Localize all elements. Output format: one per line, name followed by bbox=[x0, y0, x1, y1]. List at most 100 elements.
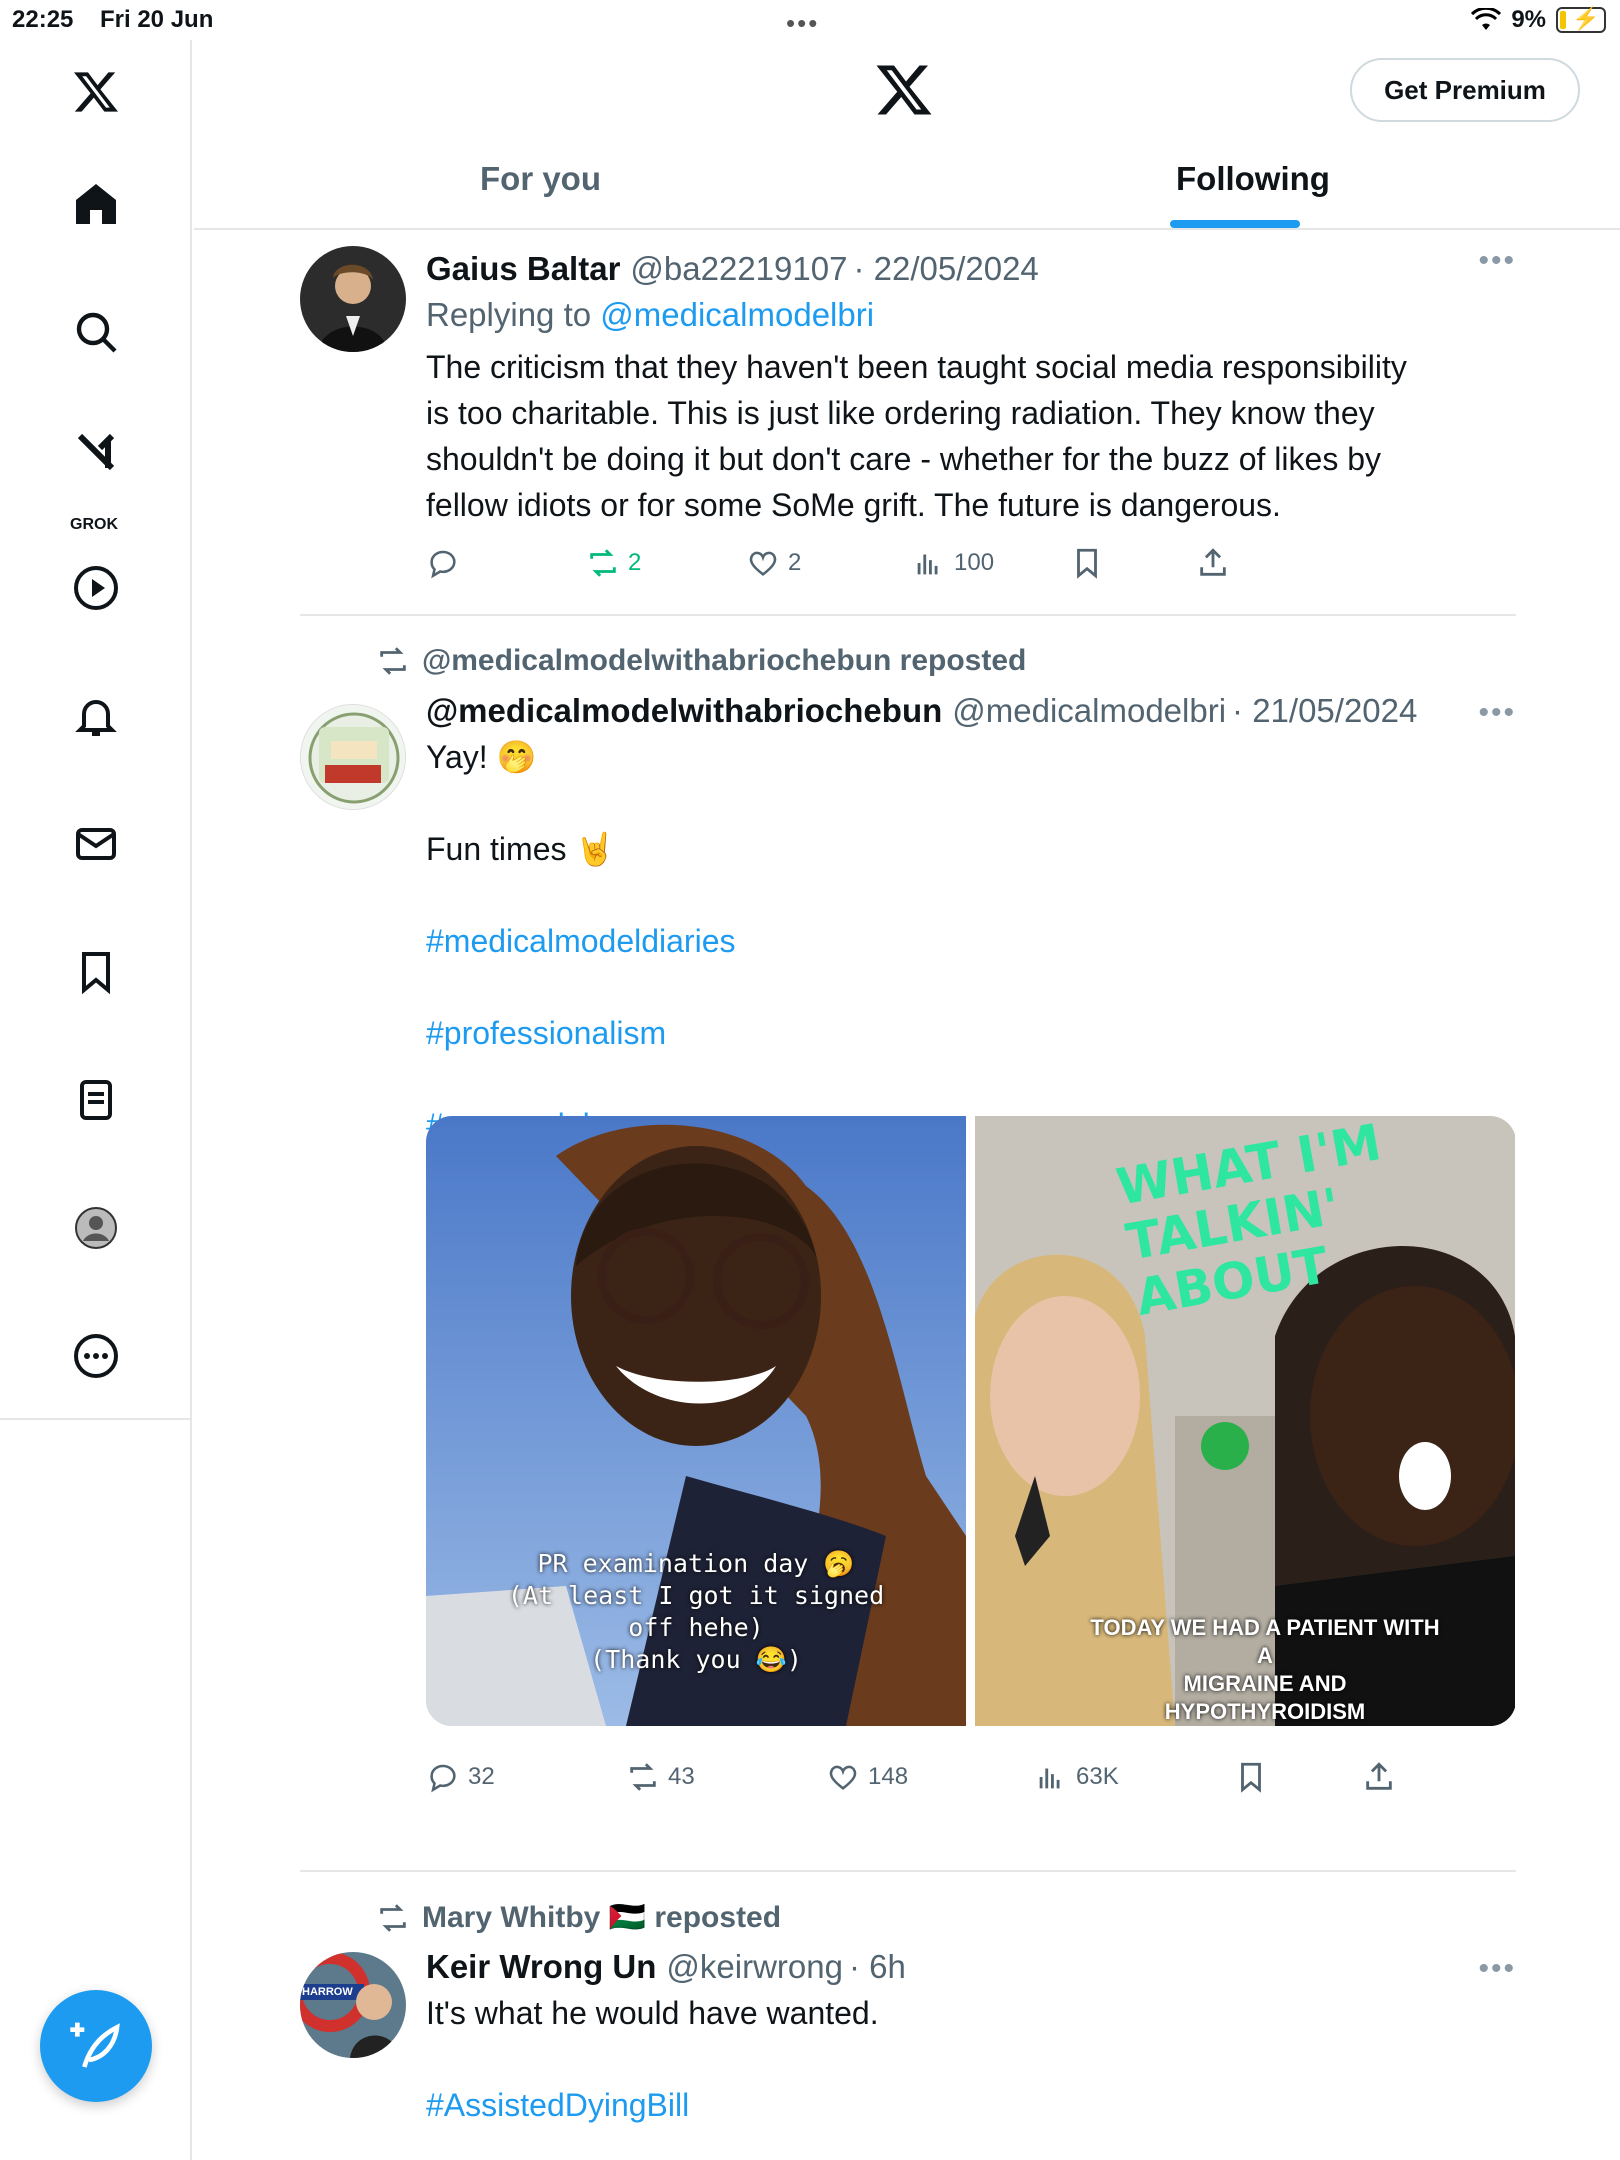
media-caption-right: TODAY WE HAD A PATIENT WITH A MIGRAINE A… bbox=[1085, 1614, 1445, 1726]
caption-line: off hehe) bbox=[628, 1613, 764, 1642]
bookmark-button[interactable] bbox=[1070, 546, 1104, 580]
like-count: 148 bbox=[868, 1763, 909, 1790]
share-icon bbox=[1200, 548, 1226, 576]
repost-button[interactable]: 2 bbox=[586, 546, 641, 580]
tweet-text-line: The criticism that they haven't been tau… bbox=[426, 349, 1407, 385]
bookmarks-icon[interactable] bbox=[64, 940, 128, 1004]
compose-post-button[interactable] bbox=[40, 1990, 152, 2102]
active-tab-indicator bbox=[1170, 220, 1300, 228]
hashtag-link[interactable]: #AssistedDyingBill bbox=[426, 2082, 1516, 2128]
bookmark-icon bbox=[1241, 1762, 1261, 1793]
like-button[interactable]: 148 bbox=[826, 1760, 908, 1794]
repost-icon bbox=[590, 549, 616, 577]
get-premium-button[interactable]: Get Premium bbox=[1350, 58, 1580, 122]
reply-button[interactable]: 32 bbox=[426, 1760, 495, 1794]
author-handle[interactable]: @medicalmodelbri bbox=[952, 692, 1226, 730]
profile-avatar-icon[interactable] bbox=[64, 1196, 128, 1260]
timeline-feed[interactable]: Gaius Baltar @ba22219107 · 22/05/2024 Re… bbox=[194, 232, 1620, 2160]
repost-icon bbox=[380, 1903, 406, 1932]
status-date: Fri 20 Jun bbox=[100, 6, 214, 33]
tweet-date[interactable]: · 22/05/2024 bbox=[853, 250, 1038, 288]
notifications-bell-icon[interactable] bbox=[64, 684, 128, 748]
home-icon[interactable] bbox=[64, 172, 128, 236]
tweet-text: Yay! 🤭 Fun times 🤘 #medicalmodeldiaries … bbox=[426, 734, 1516, 1148]
hashtag-link[interactable]: #professionalism bbox=[426, 1010, 1516, 1056]
heart-icon bbox=[829, 1765, 857, 1790]
media-image-right[interactable]: WHAT I'M TALKIN' ABOUT TODAY WE HAD A PA… bbox=[975, 1116, 1516, 1726]
status-right: 9% ⚡ bbox=[1471, 6, 1606, 34]
tweet-header: Keir Wrong Un @keirwrong · 6h bbox=[426, 1948, 1516, 1986]
more-options-icon[interactable] bbox=[64, 1324, 128, 1388]
replying-to-label: Replying to bbox=[426, 296, 592, 333]
wifi-icon bbox=[1471, 8, 1502, 30]
tweet-date[interactable]: · 21/05/2024 bbox=[1232, 692, 1417, 730]
tweet-actions: 2 2 100 bbox=[426, 546, 1516, 586]
repost-context: Mary Whitby 🇵🇸 reposted bbox=[376, 1900, 781, 1935]
replying-to-handle[interactable]: @medicalmodelbri bbox=[600, 296, 874, 333]
repost-count: 43 bbox=[668, 1763, 695, 1790]
avatar[interactable]: HARROW bbox=[300, 1952, 406, 2058]
tweet-more-icon[interactable]: ••• bbox=[1478, 244, 1516, 278]
tweet-text: It's what he would have wanted. #Assiste… bbox=[426, 1990, 1516, 2128]
tweet-text-line: Yay! 🤭 bbox=[426, 739, 537, 775]
tweet-more-icon[interactable]: ••• bbox=[1478, 1952, 1516, 1986]
multitasking-dots-icon[interactable]: ••• bbox=[786, 8, 819, 39]
view-count: 63K bbox=[1076, 1763, 1119, 1790]
tweet-text-line: shouldn't be doing it but don't care - w… bbox=[426, 441, 1381, 477]
caption-line: (Thank you 😂) bbox=[590, 1645, 802, 1674]
x-logo-icon[interactable] bbox=[64, 60, 128, 124]
status-time: 22:25 bbox=[12, 6, 74, 33]
author-name[interactable]: Gaius Baltar bbox=[426, 250, 620, 288]
media-image-left[interactable]: PR examination day 🥱 (At least I got it … bbox=[426, 1116, 967, 1726]
views-button[interactable]: 100 bbox=[912, 546, 994, 580]
tweet-media[interactable]: PR examination day 🥱 (At least I got it … bbox=[426, 1116, 1516, 1726]
tweet-more-icon[interactable]: ••• bbox=[1478, 696, 1516, 730]
messages-envelope-icon[interactable] bbox=[64, 812, 128, 876]
x-logo-center-icon[interactable] bbox=[874, 60, 934, 120]
tweet-divider bbox=[300, 614, 1516, 616]
author-handle[interactable]: @keirwrong bbox=[666, 1948, 843, 1986]
author-name[interactable]: Keir Wrong Un bbox=[426, 1948, 656, 1986]
share-button[interactable] bbox=[1362, 1760, 1396, 1794]
hashtag-link[interactable]: #medicalmodeldiaries bbox=[426, 918, 1516, 964]
compose-feather-icon bbox=[70, 2022, 120, 2068]
views-button[interactable]: 63K bbox=[1034, 1760, 1119, 1794]
tweet-text-line: It's what he would have wanted. bbox=[426, 1995, 879, 2031]
views-chart-icon bbox=[1039, 1768, 1060, 1789]
repost-context-label[interactable]: Mary Whitby 🇵🇸 reposted bbox=[422, 1900, 781, 1935]
reply-button[interactable] bbox=[426, 546, 460, 580]
caption-line: PR examination day 🥱 bbox=[537, 1549, 855, 1578]
repost-button[interactable]: 43 bbox=[626, 1760, 695, 1794]
battery-icon: ⚡ bbox=[1556, 6, 1606, 33]
tweet[interactable]: HARROW Keir Wrong Un @keirwrong · 6h It'… bbox=[300, 1948, 1516, 2160]
tab-following[interactable]: Following bbox=[1176, 160, 1330, 220]
like-button[interactable]: 2 bbox=[746, 546, 801, 580]
avatar-sign-text: HARROW bbox=[302, 1986, 353, 1998]
search-icon[interactable] bbox=[64, 300, 128, 364]
tab-for-you[interactable]: For you bbox=[480, 160, 601, 220]
author-handle[interactable]: @ba22219107 bbox=[630, 250, 847, 288]
video-play-icon[interactable] bbox=[64, 556, 128, 620]
reply-count: 32 bbox=[468, 1763, 495, 1790]
avatar[interactable] bbox=[300, 704, 406, 810]
view-count: 100 bbox=[954, 549, 995, 576]
grok-icon[interactable] bbox=[64, 420, 128, 484]
avatar[interactable] bbox=[300, 246, 406, 352]
tweet-date[interactable]: · 6h bbox=[849, 1948, 906, 1986]
caption-line: (At least I got it signed bbox=[507, 1581, 885, 1610]
repost-icon bbox=[380, 647, 406, 675]
heart-icon bbox=[749, 551, 777, 576]
tweet-header: @medicalmodelwithabriochebun @medicalmod… bbox=[426, 692, 1516, 730]
replying-to: Replying to @medicalmodelbri bbox=[426, 296, 1516, 334]
bookmark-button[interactable] bbox=[1234, 1760, 1268, 1794]
tweet-text-line: fellow idiots or for some SoMe grift. Th… bbox=[426, 487, 1281, 523]
author-name[interactable]: @medicalmodelwithabriochebun bbox=[426, 692, 942, 730]
share-icon bbox=[1366, 1762, 1392, 1790]
tweet[interactable]: @medicalmodelwithabriochebun @medicalmod… bbox=[300, 692, 1516, 2092]
lists-icon[interactable] bbox=[64, 1068, 128, 1132]
share-button[interactable] bbox=[1196, 546, 1230, 580]
bookmark-icon bbox=[1077, 548, 1097, 579]
tweet-text-line: is too charitable. This is just like ord… bbox=[426, 395, 1375, 431]
repost-context-label[interactable]: @medicalmodelwithabriochebun reposted bbox=[422, 644, 1026, 678]
reply-icon bbox=[430, 1764, 456, 1793]
